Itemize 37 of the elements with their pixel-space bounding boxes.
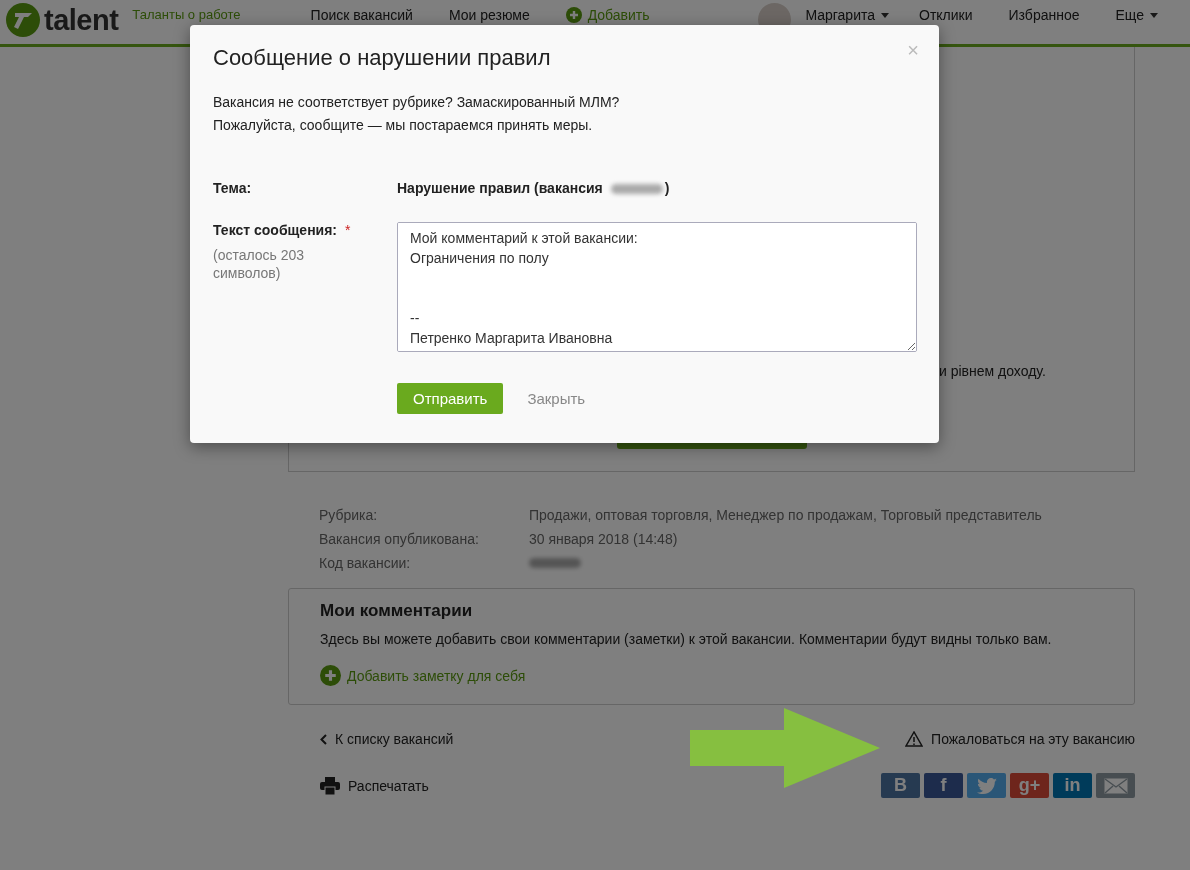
nav-link[interactable]: Отклики [919,7,973,23]
add-note-label: Добавить заметку для себя [347,667,526,684]
share-button[interactable]: B [881,773,920,798]
send-button[interactable]: Отправить [397,383,504,414]
comments-title: Мои комментарии [320,601,474,621]
close-link[interactable]: Закрыть [523,383,590,414]
user-menu[interactable]: Маргарита [805,7,889,23]
message-field[interactable]: Мой комментарий к этой вакансии: Ограничения по полу -- Петренко Маргарита Ивановна [397,222,917,352]
share-button[interactable]: g+ [1010,773,1049,798]
share-button[interactable]: f [924,773,963,798]
intro-text: Вакансия не соответствует рубрике? Замаскированный МЛМ? [213,93,621,112]
nav-link[interactable]: Избранное [1008,7,1080,23]
detail-label: Вакансия опубликована: [319,530,480,548]
print-link[interactable]: Распечатать [320,776,429,795]
detail-value: 30 января 2018 (14:48) [529,530,679,548]
required-mark: * [345,222,351,238]
message-label: Текст сообщения: [213,222,338,238]
nav-link[interactable]: Мои резюме [448,7,530,23]
share-button[interactable]: in [1053,773,1092,798]
dialog-title: Сообщение о нарушении правил [213,45,551,71]
subject-value: Нарушение правил (вакансия [397,180,603,196]
detail-label: Код вакансии: [319,554,412,572]
add-link[interactable]: Добавить [565,7,650,23]
add-note-link[interactable]: Добавить заметку для себя [320,665,526,686]
detail-label: Рубрика: [319,506,379,524]
subject-label: Тема: [213,180,253,196]
intro-text: Пожалуйста, сообщите — мы постараемся принять меры. [213,116,594,135]
print-label: Распечатать [348,777,429,794]
logo-text: talent [44,3,119,37]
detail-value: Продажи, оптовая торговля, Менеджер по продажам, Торговый представитель [529,506,1043,524]
more-menu[interactable]: Еще [1115,7,1158,23]
comments-text: Здесь вы можете добавить свои комментарии (заметки) к этой вакансии. Комментарии будут видны только вам. [320,631,1053,647]
tagline: Таланты о работе [132,7,241,22]
nav-link[interactable]: Поиск вакансий [310,7,413,23]
card-text: и рівнем доходу. [939,363,1046,379]
subject-tail: ) [664,180,670,196]
chars-left-hint: (осталось 203 символов) [213,246,306,282]
